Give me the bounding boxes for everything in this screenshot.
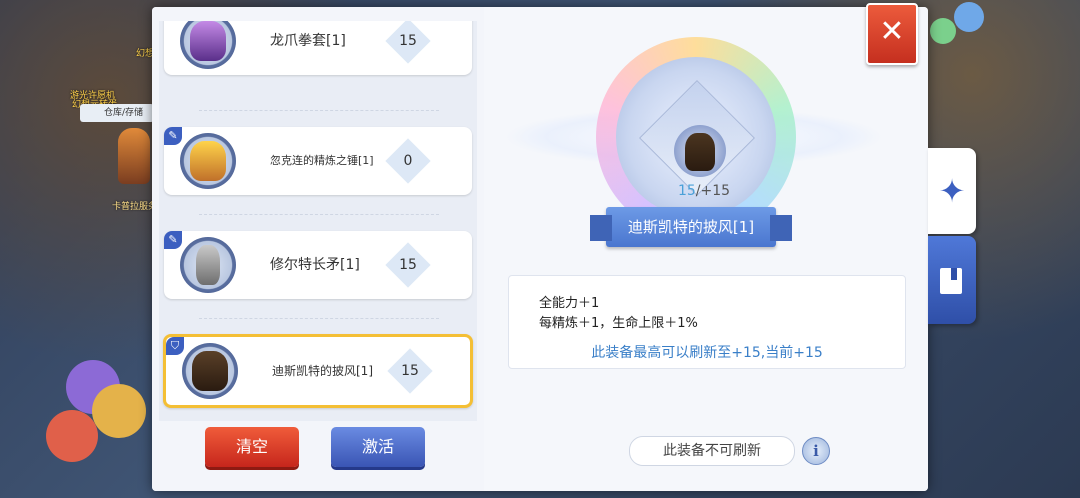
- claw-icon: [190, 21, 226, 61]
- balloon: [930, 18, 956, 44]
- item-name-ribbon: 迪斯凯特的披风[1]: [590, 207, 792, 247]
- item-count-badge: 15: [388, 21, 428, 61]
- item-name: 龙爪拳套[1]: [270, 33, 346, 49]
- refresh-status-pill: 此装备不可刷新: [629, 436, 795, 466]
- storage-shortcut[interactable]: 仓库/存储: [80, 104, 154, 122]
- item-slot: ✡: [180, 21, 236, 69]
- equip-list-panel: ✡ 龙爪拳套[1] 15 ✎ ✡ 忽克连的精炼之锤[1] 0 ✎: [152, 7, 484, 491]
- list-item[interactable]: ✎ ✡ 修尔特长矛[1] 15: [164, 231, 472, 299]
- equip-list[interactable]: ✡ 龙爪拳套[1] 15 ✎ ✡ 忽克连的精炼之锤[1] 0 ✎: [159, 21, 477, 421]
- attribute-line: 全能力＋1: [539, 296, 600, 311]
- divider: [199, 318, 439, 319]
- item-name: 忽克连的精炼之锤[1]: [270, 154, 374, 167]
- side-tab-book[interactable]: [928, 236, 976, 324]
- refine-panel: ✡ 龙爪拳套[1] 15 ✎ ✡ 忽克连的精炼之锤[1] 0 ✎: [152, 7, 928, 491]
- book-icon: [940, 268, 962, 294]
- list-item[interactable]: ✎ ✡ 忽克连的精炼之锤[1] 0: [164, 127, 472, 195]
- cloak-icon: [685, 133, 715, 171]
- list-item[interactable]: ✡ 龙爪拳套[1] 15: [164, 21, 472, 75]
- npc-label: 卡普拉服务: [112, 202, 158, 212]
- info-icon[interactable]: i: [802, 437, 830, 465]
- item-count-badge: 15: [390, 351, 430, 391]
- hammer-icon: [190, 141, 226, 181]
- item-count-badge: 15: [388, 245, 428, 285]
- spear-icon: [196, 245, 220, 285]
- activate-button[interactable]: 激活: [331, 427, 425, 467]
- clear-button[interactable]: 清空: [205, 427, 299, 467]
- item-slot: ✡: [180, 133, 236, 189]
- npc-figure[interactable]: [118, 128, 150, 184]
- attribute-line: 每精炼＋1，生命上限＋1%: [539, 316, 698, 331]
- divider: [199, 110, 439, 111]
- balloon: [954, 2, 984, 32]
- refine-level: 15/+15: [664, 183, 744, 199]
- list-item-selected[interactable]: ⛉ ✡ 迪斯凯特的披风[1] 15: [163, 334, 473, 408]
- item-slot: ✡: [182, 343, 238, 399]
- refine-level-max: /+15: [695, 183, 731, 199]
- refresh-note: 此装备最高可以刷新至+15,当前+15: [591, 345, 823, 361]
- close-button[interactable]: ✕: [866, 3, 918, 65]
- balloon: [46, 410, 98, 462]
- equip-detail-panel: 15/+15 迪斯凯特的披风[1] 全能力＋1 每精炼＋1，生命上限＋1% 此装…: [484, 7, 928, 491]
- item-name-title: 迪斯凯特的披风[1]: [627, 218, 755, 236]
- equip-slot: [674, 125, 726, 177]
- item-name: 迪斯凯特的披风[1]: [272, 364, 373, 378]
- attribute-box: 全能力＋1 每精炼＋1，生命上限＋1% 此装备最高可以刷新至+15,当前+15: [508, 275, 906, 369]
- item-name: 修尔特长矛[1]: [270, 257, 360, 273]
- side-tab-refine[interactable]: ✦: [928, 148, 976, 234]
- balloon: [92, 384, 146, 438]
- refine-level-current: 15: [677, 183, 696, 199]
- item-count-badge: 0: [388, 141, 428, 181]
- compass-icon: ✦: [938, 172, 966, 210]
- cloak-icon: [192, 351, 228, 391]
- item-slot: ✡: [180, 237, 236, 293]
- storage-label: 仓库/存储: [104, 108, 144, 118]
- divider: [199, 214, 439, 215]
